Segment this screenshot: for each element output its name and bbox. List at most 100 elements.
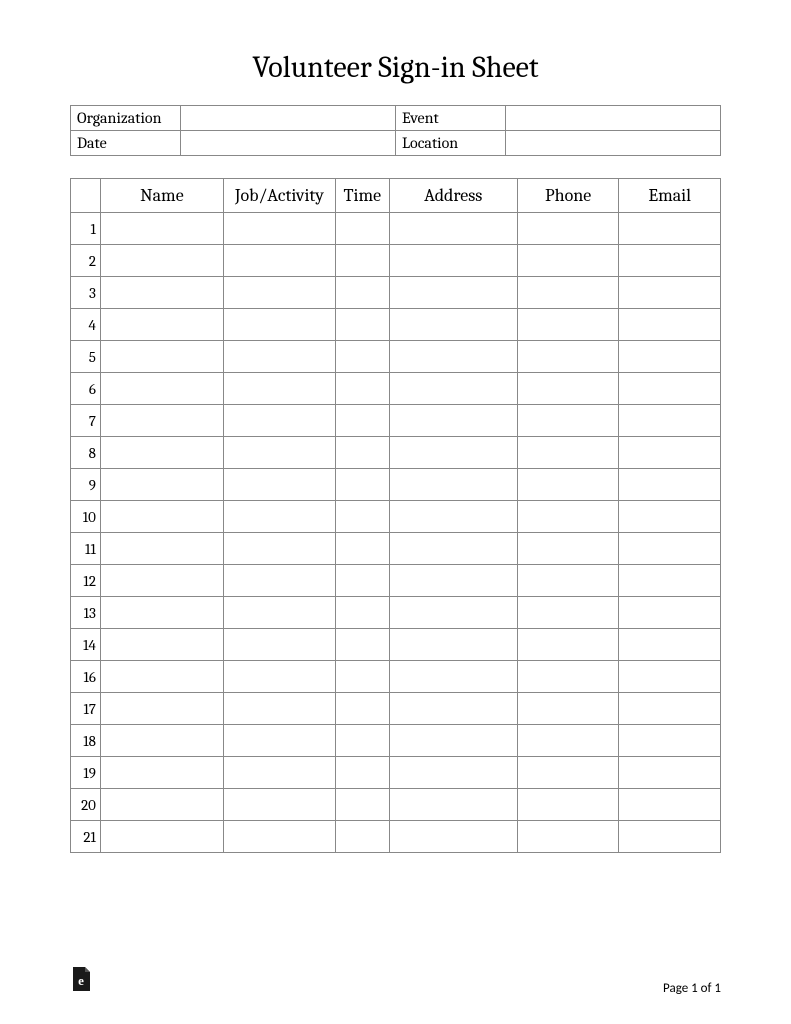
cell-phone[interactable]: [517, 437, 619, 469]
cell-email[interactable]: [619, 405, 721, 437]
cell-phone[interactable]: [517, 341, 619, 373]
cell-time[interactable]: [336, 821, 389, 853]
organization-value[interactable]: [181, 106, 396, 131]
cell-email[interactable]: [619, 789, 721, 821]
cell-job[interactable]: [223, 693, 335, 725]
cell-address[interactable]: [389, 533, 517, 565]
cell-email[interactable]: [619, 341, 721, 373]
cell-job[interactable]: [223, 213, 335, 245]
cell-address[interactable]: [389, 469, 517, 501]
cell-phone[interactable]: [517, 213, 619, 245]
cell-address[interactable]: [389, 245, 517, 277]
cell-address[interactable]: [389, 213, 517, 245]
cell-email[interactable]: [619, 661, 721, 693]
cell-name[interactable]: [100, 789, 223, 821]
cell-phone[interactable]: [517, 821, 619, 853]
cell-email[interactable]: [619, 245, 721, 277]
cell-phone[interactable]: [517, 565, 619, 597]
cell-time[interactable]: [336, 213, 389, 245]
cell-name[interactable]: [100, 533, 223, 565]
cell-time[interactable]: [336, 725, 389, 757]
cell-address[interactable]: [389, 661, 517, 693]
cell-job[interactable]: [223, 757, 335, 789]
cell-phone[interactable]: [517, 469, 619, 501]
cell-email[interactable]: [619, 277, 721, 309]
cell-job[interactable]: [223, 437, 335, 469]
cell-time[interactable]: [336, 661, 389, 693]
cell-time[interactable]: [336, 565, 389, 597]
cell-job[interactable]: [223, 661, 335, 693]
cell-name[interactable]: [100, 565, 223, 597]
cell-email[interactable]: [619, 693, 721, 725]
cell-name[interactable]: [100, 757, 223, 789]
cell-time[interactable]: [336, 405, 389, 437]
cell-time[interactable]: [336, 341, 389, 373]
cell-name[interactable]: [100, 725, 223, 757]
cell-email[interactable]: [619, 373, 721, 405]
cell-address[interactable]: [389, 789, 517, 821]
cell-address[interactable]: [389, 725, 517, 757]
cell-email[interactable]: [619, 533, 721, 565]
cell-email[interactable]: [619, 213, 721, 245]
location-value[interactable]: [506, 131, 721, 156]
cell-job[interactable]: [223, 277, 335, 309]
cell-email[interactable]: [619, 821, 721, 853]
cell-time[interactable]: [336, 437, 389, 469]
cell-phone[interactable]: [517, 501, 619, 533]
cell-job[interactable]: [223, 629, 335, 661]
cell-address[interactable]: [389, 629, 517, 661]
cell-address[interactable]: [389, 373, 517, 405]
cell-time[interactable]: [336, 533, 389, 565]
cell-phone[interactable]: [517, 693, 619, 725]
cell-address[interactable]: [389, 277, 517, 309]
cell-name[interactable]: [100, 597, 223, 629]
cell-address[interactable]: [389, 821, 517, 853]
cell-address[interactable]: [389, 501, 517, 533]
cell-time[interactable]: [336, 693, 389, 725]
cell-name[interactable]: [100, 405, 223, 437]
cell-job[interactable]: [223, 405, 335, 437]
cell-email[interactable]: [619, 469, 721, 501]
cell-time[interactable]: [336, 501, 389, 533]
cell-job[interactable]: [223, 501, 335, 533]
cell-job[interactable]: [223, 245, 335, 277]
cell-phone[interactable]: [517, 277, 619, 309]
cell-job[interactable]: [223, 789, 335, 821]
cell-job[interactable]: [223, 309, 335, 341]
cell-email[interactable]: [619, 597, 721, 629]
cell-job[interactable]: [223, 725, 335, 757]
date-value[interactable]: [181, 131, 396, 156]
cell-email[interactable]: [619, 501, 721, 533]
cell-phone[interactable]: [517, 757, 619, 789]
cell-time[interactable]: [336, 629, 389, 661]
cell-phone[interactable]: [517, 245, 619, 277]
cell-name[interactable]: [100, 661, 223, 693]
cell-name[interactable]: [100, 309, 223, 341]
cell-address[interactable]: [389, 597, 517, 629]
cell-phone[interactable]: [517, 789, 619, 821]
cell-address[interactable]: [389, 565, 517, 597]
cell-phone[interactable]: [517, 597, 619, 629]
cell-time[interactable]: [336, 789, 389, 821]
cell-address[interactable]: [389, 693, 517, 725]
cell-time[interactable]: [336, 277, 389, 309]
cell-name[interactable]: [100, 437, 223, 469]
cell-phone[interactable]: [517, 373, 619, 405]
cell-job[interactable]: [223, 565, 335, 597]
cell-job[interactable]: [223, 373, 335, 405]
cell-address[interactable]: [389, 341, 517, 373]
cell-phone[interactable]: [517, 661, 619, 693]
cell-job[interactable]: [223, 821, 335, 853]
cell-email[interactable]: [619, 309, 721, 341]
cell-job[interactable]: [223, 341, 335, 373]
cell-name[interactable]: [100, 629, 223, 661]
cell-address[interactable]: [389, 405, 517, 437]
event-value[interactable]: [506, 106, 721, 131]
cell-name[interactable]: [100, 213, 223, 245]
cell-phone[interactable]: [517, 405, 619, 437]
cell-email[interactable]: [619, 437, 721, 469]
cell-phone[interactable]: [517, 533, 619, 565]
cell-name[interactable]: [100, 469, 223, 501]
cell-email[interactable]: [619, 757, 721, 789]
cell-address[interactable]: [389, 437, 517, 469]
